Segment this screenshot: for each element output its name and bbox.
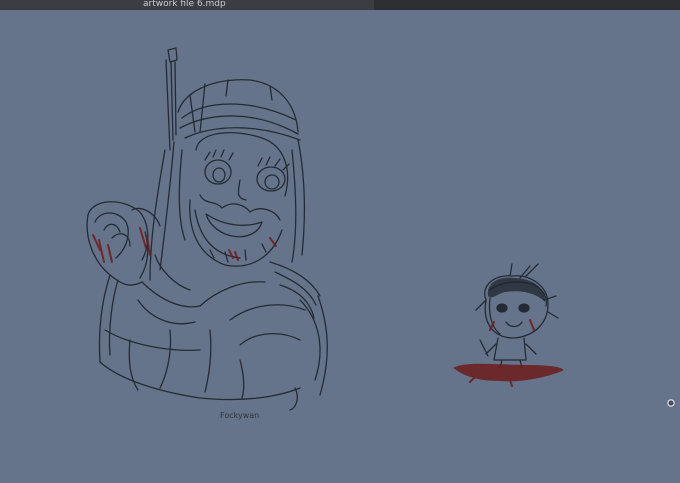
body-sketch: [98, 254, 328, 411]
circle-cursor-icon: [667, 399, 675, 407]
antenna-sketch: [165, 47, 178, 151]
chibi-hair-fill: [487, 277, 546, 302]
face-sketch: [189, 132, 290, 267]
artist-signature: Fockywan: [220, 411, 259, 420]
blood-marks: [92, 227, 564, 387]
helmet-sketch: [177, 79, 301, 141]
sketch-artwork: Fockywan: [86, 47, 564, 420]
